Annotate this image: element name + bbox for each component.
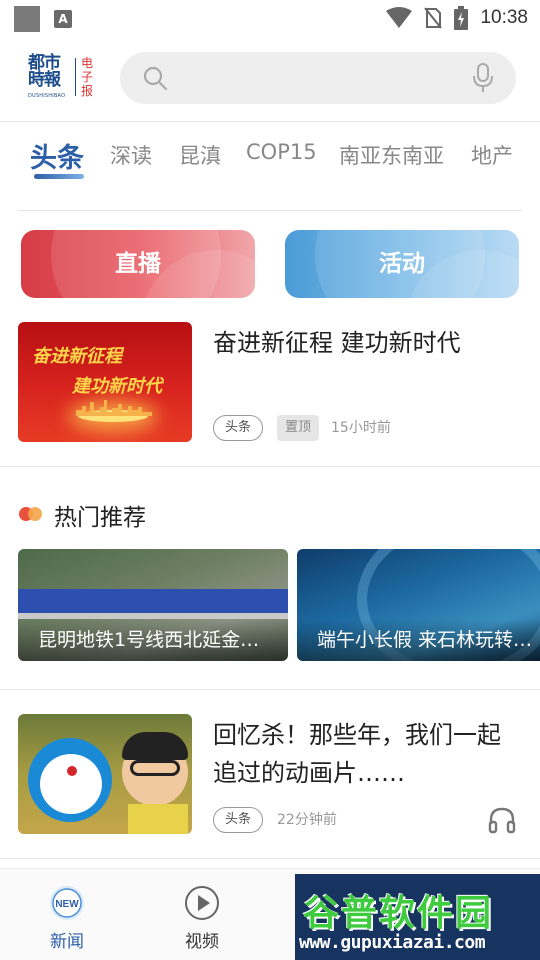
app-logo[interactable]: 都市時報 DUSHISHIBAO 电子报 bbox=[28, 55, 100, 101]
news-item[interactable]: 奋进新征程 建功新时代 奋进新征程 建功新时代 头条 置顶 15小时前 bbox=[0, 322, 540, 442]
news-title: 回忆杀！那些年，我们一起追过的动画片…… bbox=[213, 721, 501, 787]
notification-square-icon bbox=[14, 6, 40, 32]
nav-news-label: 新闻 bbox=[50, 932, 84, 952]
category-tabs: 头条 深读 昆滇 COP15 南亚东南亚 地产 bbox=[0, 122, 540, 212]
hot-section-title: 热门推荐 bbox=[54, 505, 146, 531]
tab-deep-read[interactable]: 深读 bbox=[110, 140, 152, 170]
event-button-label: 活动 bbox=[379, 251, 425, 277]
news-time: 15小时前 bbox=[331, 420, 391, 436]
microphone-icon[interactable] bbox=[472, 63, 494, 93]
wifi-icon bbox=[386, 7, 413, 28]
a-notification-icon: A bbox=[54, 10, 72, 28]
search-bar[interactable] bbox=[120, 52, 516, 104]
hot-card[interactable]: 端午小长假 来石林玩转… bbox=[297, 549, 540, 661]
thumbnail-character-glasses bbox=[130, 760, 180, 776]
city-skyline-icon bbox=[76, 400, 152, 416]
pinned-badge: 置顶 bbox=[277, 415, 320, 441]
tab-headlines[interactable]: 头条 bbox=[30, 136, 84, 175]
tab-real-estate[interactable]: 地产 bbox=[471, 140, 513, 170]
new-badge-text: NEW bbox=[55, 899, 79, 910]
search-input[interactable] bbox=[176, 52, 456, 104]
section-divider bbox=[0, 466, 540, 467]
news-thumbnail bbox=[18, 714, 192, 834]
news-tag: 头条 bbox=[213, 807, 264, 833]
tab-cop15[interactable]: COP15 bbox=[246, 140, 317, 164]
logo-en: DUSHISHIBAO bbox=[28, 93, 66, 99]
active-tab-indicator bbox=[34, 174, 84, 179]
hot-card-caption: 端午小长假 来石林玩转… bbox=[297, 619, 540, 661]
logo-divider bbox=[75, 58, 76, 96]
tab-south-asia[interactable]: 南亚东南亚 bbox=[339, 140, 444, 170]
status-icons: 10:38 bbox=[386, 4, 528, 32]
news-time: 22分钟前 bbox=[277, 812, 337, 828]
status-bar: A 10:38 bbox=[0, 0, 540, 36]
event-button[interactable]: 活动 bbox=[285, 230, 519, 298]
status-time: 10:38 bbox=[480, 7, 528, 28]
news-item[interactable]: 回忆杀！那些年，我们一起追过的动画片…… 头条 22分钟前 bbox=[0, 714, 540, 834]
headphone-icon[interactable] bbox=[488, 806, 516, 834]
section-divider bbox=[0, 689, 540, 690]
thumbnail-character-hair bbox=[122, 732, 188, 760]
site-watermark: 谷普软件园 www.gupuxiazai.com bbox=[295, 874, 540, 960]
hot-card[interactable]: 昆明地铁1号线西北延金… bbox=[18, 549, 288, 661]
watermark-url: www.gupuxiazai.com bbox=[299, 932, 486, 953]
nav-news[interactable]: NEW 新闻 bbox=[22, 869, 112, 960]
live-button-label: 直播 bbox=[115, 251, 161, 277]
app-header: 都市時報 DUSHISHIBAO 电子报 bbox=[0, 36, 540, 122]
thumbnail-character-shirt bbox=[128, 804, 188, 834]
thumbnail-text: 建功新时代 bbox=[72, 376, 162, 397]
hot-dots-icon bbox=[19, 507, 42, 521]
tabs-divider bbox=[18, 210, 522, 211]
thumbnail-character-face bbox=[40, 754, 102, 814]
news-tag: 头条 bbox=[213, 415, 264, 441]
nav-video-label: 视频 bbox=[185, 932, 219, 952]
tab-kundian[interactable]: 昆滇 bbox=[179, 140, 221, 170]
logo-sub: 电子报 bbox=[81, 56, 94, 98]
news-title: 奋进新征程 建功新时代 bbox=[213, 329, 461, 357]
new-badge-icon: NEW bbox=[50, 886, 84, 920]
nav-video[interactable]: 视频 bbox=[157, 869, 247, 960]
section-divider bbox=[0, 858, 540, 859]
play-circle-icon bbox=[185, 886, 219, 920]
watermark-title: 谷普软件园 bbox=[303, 893, 494, 934]
logo-name: 都市時報 bbox=[28, 53, 61, 90]
live-button[interactable]: 直播 bbox=[21, 230, 255, 298]
news-thumbnail: 奋进新征程 建功新时代 bbox=[18, 322, 192, 442]
search-icon bbox=[143, 66, 168, 91]
no-sim-icon bbox=[424, 7, 443, 29]
hot-card-caption: 昆明地铁1号线西北延金… bbox=[18, 619, 288, 661]
thumbnail-text: 奋进新征程 bbox=[32, 346, 122, 367]
battery-charging-icon bbox=[454, 6, 469, 30]
card-image-road bbox=[18, 589, 288, 613]
thumbnail-character-nose bbox=[67, 766, 77, 776]
